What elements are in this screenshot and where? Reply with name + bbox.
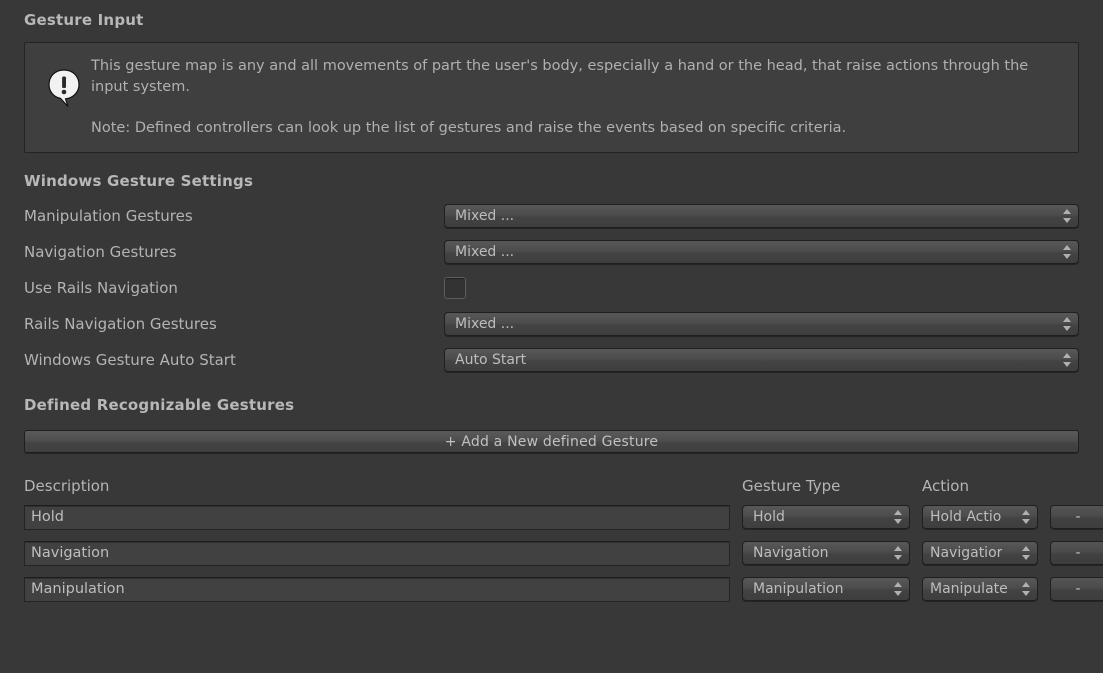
cell-gesture-type: Navigation — [742, 541, 922, 565]
cell-remove: - — [1050, 577, 1103, 601]
chevron-updown-icon — [1063, 317, 1072, 331]
cell-remove: - — [1050, 541, 1103, 565]
field-use-rails-navigation — [444, 277, 1079, 299]
cell-description: Manipulation — [24, 577, 742, 602]
column-header-description: Description — [24, 477, 742, 495]
dropdown-gesture-type[interactable]: Manipulation — [742, 577, 910, 601]
dropdown-manipulation-gestures[interactable]: Mixed ... — [444, 204, 1079, 228]
chevron-updown-icon — [1022, 510, 1031, 524]
page-title: Gesture Input — [24, 0, 1079, 29]
remove-gesture-button[interactable]: - — [1050, 577, 1103, 601]
label-use-rails-navigation: Use Rails Navigation — [24, 279, 444, 297]
inspector-panel: Gesture Input This gesture map is any an… — [0, 0, 1103, 673]
property-row-windows-gesture-auto-start: Windows Gesture Auto Start Auto Start — [24, 345, 1079, 374]
label-windows-gesture-auto-start: Windows Gesture Auto Start — [24, 351, 444, 369]
dropdown-value: Mixed ... — [455, 244, 514, 260]
description-input[interactable]: Hold — [24, 505, 730, 530]
remove-gesture-button[interactable]: - — [1050, 505, 1103, 529]
dropdown-value: Mixed ... — [455, 316, 514, 332]
table-row: Navigation Navigation Navigatior - — [24, 540, 1079, 566]
add-button-label: + Add a New defined Gesture — [445, 434, 658, 450]
field-navigation-gestures: Mixed ... — [444, 240, 1079, 264]
gesture-table-header: Description Gesture Type Action — [24, 477, 1079, 495]
property-row-rails-navigation-gestures: Rails Navigation Gestures Mixed ... — [24, 309, 1079, 338]
chevron-updown-icon — [1022, 546, 1031, 560]
remove-button-label: - — [1075, 546, 1080, 560]
dropdown-value: Navigatior — [930, 545, 1002, 561]
section-title-defined-recognizable-gestures: Defined Recognizable Gestures — [24, 396, 1079, 414]
dropdown-gesture-type[interactable]: Navigation — [742, 541, 910, 565]
dropdown-value: Hold — [753, 509, 785, 525]
chevron-updown-icon — [1022, 582, 1031, 596]
property-row-use-rails-navigation: Use Rails Navigation — [24, 273, 1079, 302]
cell-action: Hold Actio — [922, 505, 1050, 529]
dropdown-value: Manipulate — [930, 581, 1008, 597]
chevron-updown-icon — [1063, 245, 1072, 259]
dropdown-value: Manipulation — [753, 581, 843, 597]
column-header-action: Action — [922, 477, 1050, 495]
label-navigation-gestures: Navigation Gestures — [24, 243, 444, 261]
cell-action: Manipulate — [922, 577, 1050, 601]
checkbox-use-rails-navigation[interactable] — [444, 277, 466, 299]
description-input[interactable]: Navigation — [24, 541, 730, 566]
dropdown-value: Navigation — [753, 545, 829, 561]
chevron-updown-icon — [894, 546, 903, 560]
dropdown-action[interactable]: Navigatior — [922, 541, 1038, 565]
chevron-updown-icon — [1063, 209, 1072, 223]
remove-button-label: - — [1075, 582, 1080, 596]
property-row-manipulation-gestures: Manipulation Gestures Mixed ... — [24, 201, 1079, 230]
field-windows-gesture-auto-start: Auto Start — [444, 348, 1079, 372]
dropdown-action[interactable]: Manipulate — [922, 577, 1038, 601]
cell-remove: - — [1050, 505, 1103, 529]
cell-gesture-type: Manipulation — [742, 577, 922, 601]
cell-action: Navigatior — [922, 541, 1050, 565]
property-row-navigation-gestures: Navigation Gestures Mixed ... — [24, 237, 1079, 266]
info-exclamation-icon — [41, 56, 87, 108]
dropdown-value: Hold Actio — [930, 509, 1001, 525]
label-manipulation-gestures: Manipulation Gestures — [24, 207, 444, 225]
helpbox-line-2: Note: Defined controllers can look up th… — [91, 118, 1064, 139]
table-row: Manipulation Manipulation Manipulate - — [24, 576, 1079, 602]
remove-gesture-button[interactable]: - — [1050, 541, 1103, 565]
chevron-updown-icon — [894, 582, 903, 596]
cell-description: Hold — [24, 505, 742, 530]
table-row: Hold Hold Hold Actio - — [24, 504, 1079, 530]
dropdown-value: Mixed ... — [455, 208, 514, 224]
info-helpbox: This gesture map is any and all movement… — [24, 42, 1079, 153]
cell-description: Navigation — [24, 541, 742, 566]
helpbox-line-1: This gesture map is any and all movement… — [91, 56, 1064, 98]
remove-button-label: - — [1075, 510, 1080, 524]
add-new-defined-gesture-button[interactable]: + Add a New defined Gesture — [24, 430, 1079, 453]
cell-gesture-type: Hold — [742, 505, 922, 529]
dropdown-action[interactable]: Hold Actio — [922, 505, 1038, 529]
chevron-updown-icon — [1063, 353, 1072, 367]
section-title-windows-gesture-settings: Windows Gesture Settings — [24, 172, 1079, 190]
field-rails-navigation-gestures: Mixed ... — [444, 312, 1079, 336]
column-header-gesture-type: Gesture Type — [742, 477, 922, 495]
label-rails-navigation-gestures: Rails Navigation Gestures — [24, 315, 444, 333]
dropdown-windows-gesture-auto-start[interactable]: Auto Start — [444, 348, 1079, 372]
dropdown-navigation-gestures[interactable]: Mixed ... — [444, 240, 1079, 264]
dropdown-value: Auto Start — [455, 352, 526, 368]
chevron-updown-icon — [894, 510, 903, 524]
helpbox-text: This gesture map is any and all movement… — [87, 56, 1064, 139]
field-manipulation-gestures: Mixed ... — [444, 204, 1079, 228]
dropdown-gesture-type[interactable]: Hold — [742, 505, 910, 529]
dropdown-rails-navigation-gestures[interactable]: Mixed ... — [444, 312, 1079, 336]
description-input[interactable]: Manipulation — [24, 577, 730, 602]
